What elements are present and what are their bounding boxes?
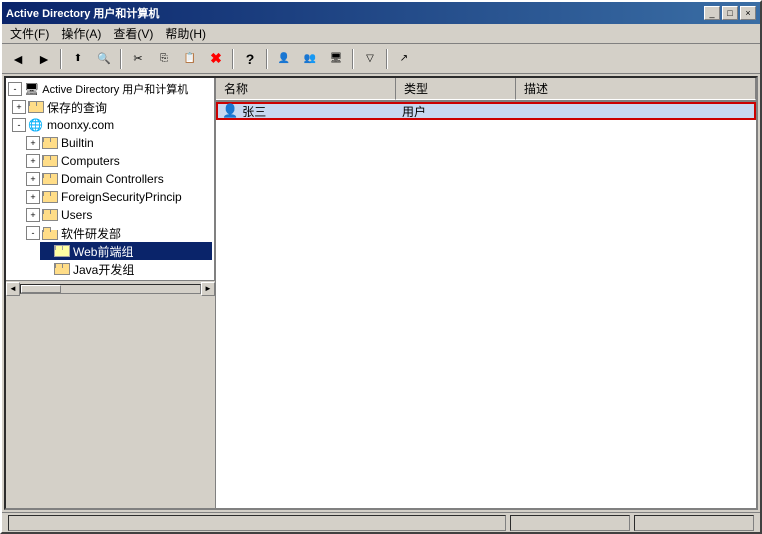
builtin-label: Builtin [61,136,94,150]
root-label: Active Directory 用户和计算机 [42,81,188,97]
dc-folder-icon [42,173,58,185]
menu-view[interactable]: 查看(V) [107,23,159,44]
status-panel-2 [510,515,630,531]
tree-item-java[interactable]: Java开发组 [40,260,212,278]
delete-button[interactable]: ✖ [204,48,228,70]
computers-label: Computers [61,154,120,168]
tree-scroll-right[interactable]: ► [201,282,215,296]
tree-item-saved-queries[interactable]: + 保存的查询 [12,98,212,116]
maximize-button[interactable]: □ [722,6,738,20]
tree-item-web[interactable]: Web前端组 [40,242,212,260]
saved-queries-folder-icon [28,101,44,113]
menu-file[interactable]: 文件(F) [4,23,55,44]
tree-item-dc[interactable]: + Domain Controllers [26,170,212,188]
java-folder-icon [54,263,70,275]
foreign-folder-icon [42,191,58,203]
tree-scroll-left[interactable]: ◄ [6,282,20,296]
tree-wrapper: - 🖥 Active Directory 用户和计算机 + 保存的查询 - 🌐 … [6,78,216,508]
tree-item-foreign[interactable]: + ForeignSecurityPrincip [26,188,212,206]
foreign-expand-icon[interactable]: + [26,190,40,204]
toolbar-separator-3 [232,49,234,69]
tree-scroll-track[interactable] [20,284,201,294]
toolbar-separator-6 [386,49,388,69]
filter-button[interactable]: ▽ [358,48,382,70]
toolbar: ◄ ► ⬆ 🔍 ✂ ⎘ 📋 ✖ ? 👤 👥 🖥 ▽ ↗ [2,44,760,74]
new-user-button[interactable]: 👤 [272,48,296,70]
users-label: Users [61,208,92,222]
tree-panel: - 🖥 Active Directory 用户和计算机 + 保存的查询 - 🌐 … [6,78,216,280]
root-expand-icon[interactable]: - [8,82,22,96]
computers-folder-icon [42,155,58,167]
web-label: Web前端组 [73,243,133,260]
new-group-button[interactable]: 👥 [298,48,322,70]
status-bar [2,512,760,532]
window-title: Active Directory 用户和计算机 [6,5,159,21]
toolbar-separator-5 [352,49,354,69]
software-expand-icon[interactable]: - [26,226,40,240]
minimize-button[interactable]: _ [704,6,720,20]
toolbar-separator-2 [120,49,122,69]
tree-scroll-thumb[interactable] [21,285,61,293]
menu-bar: 文件(F) 操作(A) 查看(V) 帮助(H) [2,24,760,44]
export-button[interactable]: ↗ [392,48,416,70]
tree-root[interactable]: - 🖥 Active Directory 用户和计算机 [8,80,212,98]
foreign-label: ForeignSecurityPrincip [61,190,182,204]
dc-label: Domain Controllers [61,172,164,186]
tree-hscroll: ◄ ► [6,280,215,296]
web-folder-icon [54,245,70,257]
software-label: 软件研发部 [61,225,121,242]
col-name[interactable]: 名称 [216,78,396,100]
saved-queries-label: 保存的查询 [47,99,107,116]
menu-action[interactable]: 操作(A) [55,23,107,44]
title-bar-buttons: _ □ × [704,6,756,20]
forward-button[interactable]: ► [32,48,56,70]
toolbar-separator-1 [60,49,62,69]
tree-item-builtin[interactable]: + Builtin [26,134,212,152]
builtin-folder-icon [42,137,58,149]
users-folder-icon [42,209,58,221]
software-folder-icon [42,227,58,240]
close-button[interactable]: × [740,6,756,20]
moonxy-label: moonxy.com [47,118,114,132]
toolbar-separator-4 [266,49,268,69]
users-expand-icon[interactable]: + [26,208,40,222]
user-name: 张三 [242,103,266,120]
list-header: 名称 类型 描述 [216,78,756,102]
back-button[interactable]: ◄ [6,48,30,70]
saved-queries-expand-icon[interactable]: + [12,100,26,114]
list-row[interactable]: 👤 张三 用户 [216,102,756,120]
user-icon: 👤 [222,103,238,119]
col-type[interactable]: 类型 [396,78,516,100]
search-button[interactable]: 🔍 [92,48,116,70]
title-bar: Active Directory 用户和计算机 _ □ × [2,2,760,24]
copy-button[interactable]: ⎘ [152,48,176,70]
dc-expand-icon[interactable]: + [26,172,40,186]
up-button[interactable]: ⬆ [66,48,90,70]
content-area: - 🖥 Active Directory 用户和计算机 + 保存的查询 - 🌐 … [4,76,758,510]
status-panel-3 [634,515,754,531]
cell-type: 用户 [398,103,518,120]
builtin-expand-icon[interactable]: + [26,136,40,150]
tree-item-users[interactable]: + Users [26,206,212,224]
tree-item-moonxy[interactable]: - 🌐 moonxy.com [12,116,212,134]
root-icon: 🖥 [24,82,39,96]
list-panel: 名称 类型 描述 👤 张三 用户 [216,78,756,508]
status-panel-1 [8,515,506,531]
main-window: Active Directory 用户和计算机 _ □ × 文件(F) 操作(A… [0,0,762,534]
domain-icon: 🌐 [28,118,44,132]
tree-item-software[interactable]: - 软件研发部 [26,224,212,242]
cut-button[interactable]: ✂ [126,48,150,70]
new-computer-button[interactable]: 🖥 [324,48,348,70]
menu-help[interactable]: 帮助(H) [159,23,212,44]
java-label: Java开发组 [73,261,134,278]
paste-button[interactable]: 📋 [178,48,202,70]
cell-name: 👤 张三 [218,103,398,120]
help-button[interactable]: ? [238,48,262,70]
computers-expand-icon[interactable]: + [26,154,40,168]
moonxy-expand-icon[interactable]: - [12,118,26,132]
tree-item-computers[interactable]: + Computers [26,152,212,170]
col-desc[interactable]: 描述 [516,78,756,100]
